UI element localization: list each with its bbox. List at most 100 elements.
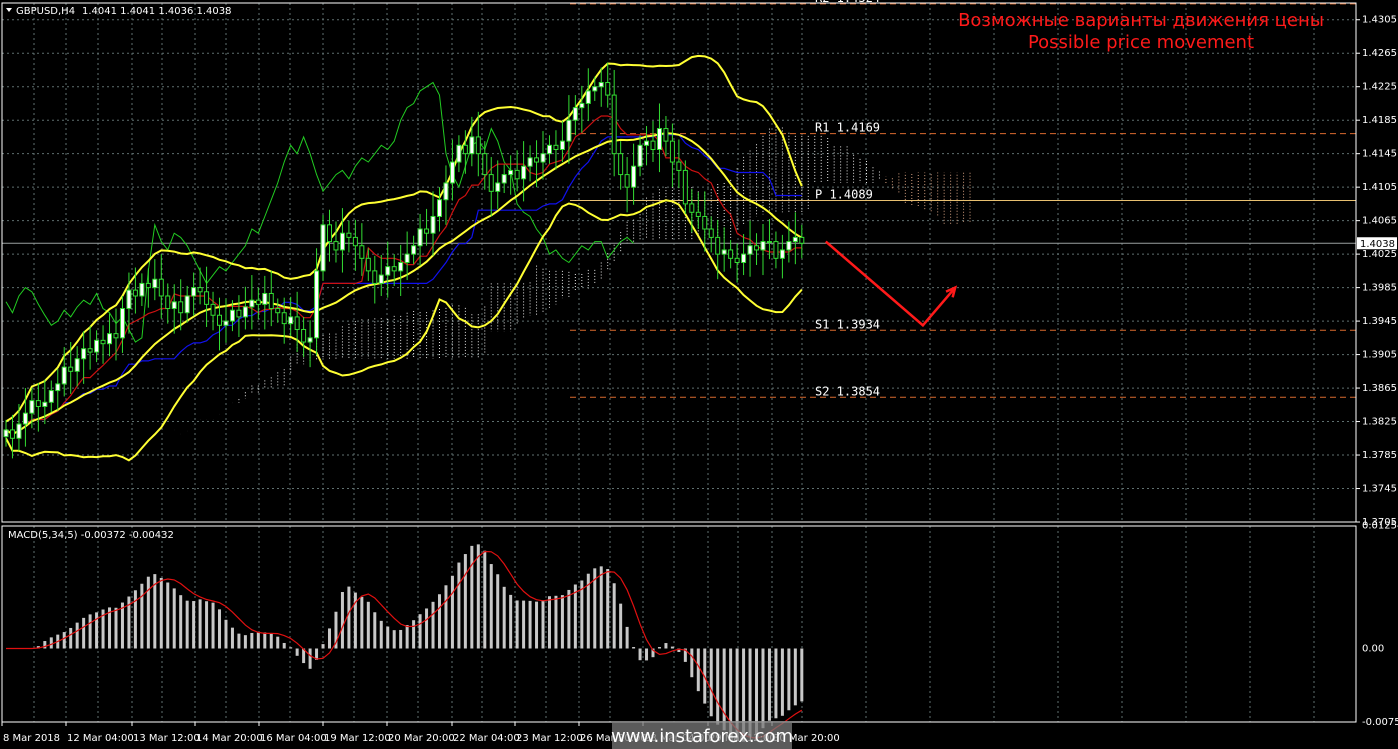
macd-bar: [696, 648, 700, 692]
candle-body: [191, 287, 197, 297]
candle-body: [521, 165, 527, 180]
candle-body: [178, 301, 184, 314]
candle-body: [217, 314, 223, 326]
candle-body: [417, 228, 423, 247]
candle-body: [152, 278, 158, 289]
macd-bar: [612, 583, 616, 649]
candle-body: [508, 169, 514, 176]
candle-body: [119, 308, 125, 339]
candle-body: [87, 348, 93, 353]
candle-body: [540, 153, 546, 163]
y-tick-label: 1.4225: [1362, 82, 1397, 93]
candle-body: [288, 316, 294, 325]
candle-body: [29, 400, 35, 414]
pivot-label-p: P 1.4089: [815, 188, 873, 202]
candle-body: [462, 144, 468, 155]
ohlc-label: 1.4041 1.4041 1.4036 1.4038: [82, 6, 232, 17]
candle-body: [766, 241, 772, 244]
candle-body: [48, 390, 54, 403]
macd-bar: [205, 601, 209, 649]
y-tick-label: 1.4025: [1362, 249, 1397, 260]
candle-body: [449, 161, 455, 184]
annotation-ru: Возможные варианты движения цены: [958, 10, 1324, 31]
macd-bar: [722, 648, 726, 731]
macd-bar: [657, 647, 661, 649]
candle-body: [61, 366, 67, 385]
macd-bar: [522, 600, 526, 649]
macd-bar: [664, 643, 668, 649]
candle-body: [773, 241, 779, 259]
candle-body: [411, 245, 417, 255]
macd-bar: [774, 648, 778, 719]
macd-bar: [554, 595, 558, 649]
candle-body: [715, 236, 721, 255]
candle-body: [488, 174, 494, 192]
candle-body: [339, 232, 345, 251]
candle-body: [436, 199, 442, 217]
candle-body: [236, 309, 242, 318]
macd-bar: [509, 594, 513, 649]
candle-body: [204, 291, 210, 305]
x-tick-label: 8 Mar 2018: [3, 733, 60, 744]
macd-bar: [159, 577, 163, 649]
candle-body: [229, 309, 235, 322]
macd-bar: [560, 595, 564, 649]
candle-body: [559, 140, 565, 150]
macd-bar: [483, 550, 487, 649]
candle-body: [546, 144, 552, 155]
macd-bar: [457, 562, 461, 649]
macd-bar: [645, 648, 649, 661]
candle-body: [378, 274, 384, 284]
macd-bar: [88, 614, 92, 649]
pivot-label-r1: R1 1.4169: [815, 121, 880, 135]
macd-bar: [263, 632, 267, 649]
macd-bar: [489, 564, 493, 649]
candle-body: [579, 102, 585, 109]
watermark-text: www.instaforex.com: [611, 726, 793, 747]
candle-body: [527, 157, 533, 167]
candle-body: [728, 249, 734, 259]
candle-body: [741, 253, 747, 263]
candle-body: [430, 215, 436, 234]
macd-bar: [535, 601, 539, 649]
candle-body: [281, 312, 287, 325]
candle-body: [695, 211, 701, 217]
macd-bar: [793, 648, 797, 706]
candle-body: [132, 289, 138, 297]
macd-bar: [198, 599, 202, 649]
macd-bar: [360, 596, 364, 649]
candle-body: [676, 161, 682, 171]
price-chart[interactable]: R2 1.4324 R1 1.4169 P 1.4089 S1 1.3934 S2 1.…: [0, 0, 1398, 749]
macd-bar: [43, 641, 47, 649]
x-tick-label: 12 Mar 04:00: [67, 733, 134, 744]
candle-body: [262, 292, 268, 305]
macd-bar: [606, 569, 610, 649]
y-tick-label: 1.3745: [1362, 484, 1397, 495]
candle-body: [482, 153, 488, 176]
y-tick-label: 1.4065: [1362, 216, 1397, 227]
candle-body: [9, 429, 15, 439]
candle-body: [702, 215, 708, 230]
candle-body: [779, 249, 785, 259]
candle-body: [94, 339, 100, 353]
macd-bar: [237, 633, 241, 649]
macd-bar: [800, 648, 804, 702]
candle-body: [171, 301, 177, 310]
macd-bar: [619, 603, 623, 649]
y-tick-label: 1.4105: [1362, 182, 1397, 193]
candle-body: [404, 253, 410, 263]
pivot-label-s1: S1 1.3934: [815, 317, 880, 331]
macd-bar: [709, 648, 713, 717]
macd-bar: [780, 648, 784, 716]
macd-bar: [515, 600, 519, 649]
macd-bar: [392, 630, 396, 649]
candle-body: [372, 270, 378, 284]
macd-bar: [146, 576, 150, 649]
candle-body: [327, 224, 332, 243]
macd-bar: [412, 620, 416, 649]
macd-bar: [431, 601, 435, 649]
macd-bar: [496, 574, 500, 649]
macd-bar: [340, 592, 344, 649]
candle-body: [294, 316, 300, 330]
candle-body: [495, 182, 501, 192]
